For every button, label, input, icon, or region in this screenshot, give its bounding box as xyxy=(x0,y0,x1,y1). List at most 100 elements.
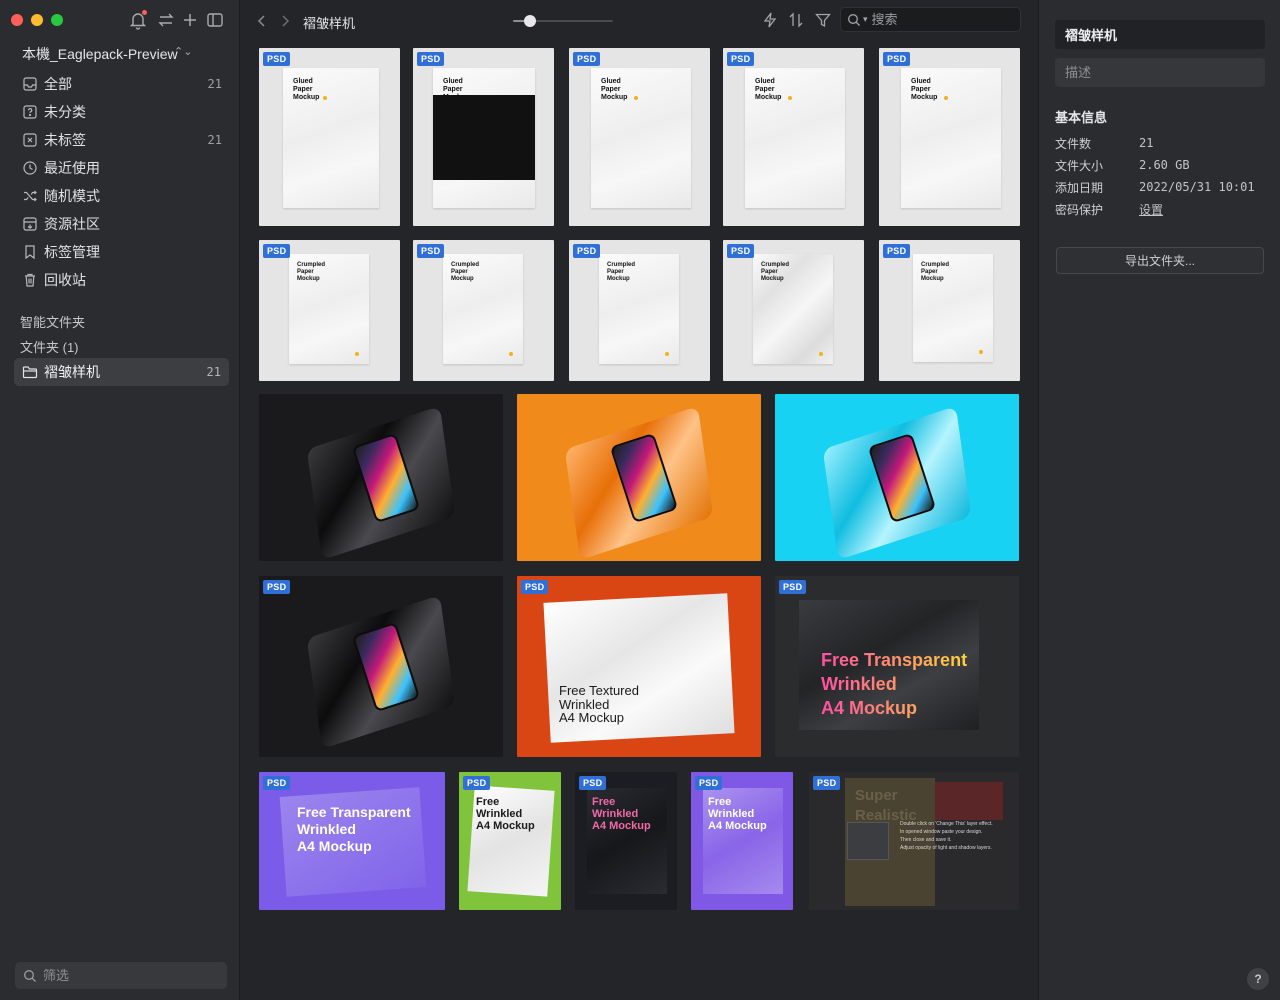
sync-icon[interactable] xyxy=(156,10,176,30)
accent-dot xyxy=(355,352,359,356)
search-icon xyxy=(847,13,861,27)
sidebar-filter-input[interactable] xyxy=(43,968,203,983)
smart-folders-heading[interactable]: 智能文件夹 xyxy=(20,312,85,331)
sidebar-folder-count: 21 xyxy=(206,365,221,379)
set-password-link[interactable]: 设置 xyxy=(1139,201,1163,218)
sidebar-folder-wrinkle-mockups[interactable]: 褶皱样机 21 xyxy=(14,358,229,386)
paper-sheet: Glued Paper Mockup xyxy=(745,68,845,208)
psd-badge: PSD xyxy=(263,244,291,258)
thumbnail-purple-transparent-a4[interactable]: Free Transparent Wrinkled A4 Mockup PSD xyxy=(259,772,445,910)
folders-heading[interactable]: 文件夹 (1) xyxy=(20,337,79,356)
psd-badge: PSD xyxy=(883,52,911,66)
thumbnail-phone-cloth-black[interactable] xyxy=(259,394,503,561)
filter-icon[interactable] xyxy=(814,11,832,29)
info-value: 2.60 GB xyxy=(1139,158,1190,172)
sidebar-item-uncategorized[interactable]: 未分类 xyxy=(14,98,230,126)
search-input[interactable] xyxy=(871,12,1002,27)
layers-panel xyxy=(847,822,889,860)
chevron-down-icon[interactable]: ▾ xyxy=(863,14,868,25)
thumbnail-glued-paper-2[interactable]: Glued Paper Mockup PSD xyxy=(413,48,554,226)
sidebar-item-label: 最近使用 xyxy=(44,160,100,176)
mockup-title: Crumpled Paper Mockup xyxy=(761,262,790,282)
help-button[interactable]: ? xyxy=(1247,968,1269,990)
accent-dot xyxy=(323,96,327,100)
thumbnail-glued-paper-5[interactable]: Glued Paper Mockup PSD xyxy=(879,48,1020,226)
thumbnail-dark-wrinkled-a4[interactable]: Free Wrinkled A4 Mockup PSD xyxy=(575,772,677,910)
lightning-icon[interactable] xyxy=(761,11,779,29)
thumbnail-crumpled-paper-5[interactable]: Crumpled Paper Mockup PSD xyxy=(879,240,1020,381)
trash-icon xyxy=(22,272,38,288)
psd-badge: PSD xyxy=(463,776,491,790)
instructions-note: Double click on 'Change This' layer effe… xyxy=(900,821,993,851)
search-icon xyxy=(23,969,37,983)
forward-arrow-icon[interactable] xyxy=(277,12,293,30)
sidebar-item-all[interactable]: 全部 21 xyxy=(14,70,230,98)
info-value: 21 xyxy=(1139,136,1154,150)
zoom-window-button[interactable] xyxy=(51,14,63,26)
minimize-window-button[interactable] xyxy=(31,14,43,26)
sidebar-item-label: 回收站 xyxy=(44,272,86,288)
sidebar-toggle-icon[interactable] xyxy=(205,10,225,30)
slider-handle[interactable] xyxy=(524,15,536,27)
psd-badge: PSD xyxy=(263,580,291,594)
sidebar-filter-box[interactable] xyxy=(15,962,227,989)
thumbnail-phone-cloth-orange[interactable] xyxy=(517,394,761,561)
thumbnail-transparent-wrinkled-a4[interactable]: Free Transparent Wrinkled A4 Mockup PSD xyxy=(775,576,1019,757)
thumbnail-crumpled-paper-4[interactable]: Crumpled Paper Mockup PSD xyxy=(723,240,864,381)
psd-badge: PSD xyxy=(417,52,445,66)
thumbnail-phone-cloth-cyan[interactable] xyxy=(775,394,1019,561)
clock-icon xyxy=(22,160,38,176)
phone-mockup xyxy=(817,405,977,560)
info-value: 2022/05/31 10:01 xyxy=(1139,180,1255,194)
thumbnail-violet-wrinkled-a4[interactable]: Free Wrinkled A4 Mockup PSD xyxy=(691,772,793,910)
info-label: 文件数 xyxy=(1055,136,1092,151)
thumbnail-glued-paper-4[interactable]: Glued Paper Mockup PSD xyxy=(723,48,864,226)
plus-icon[interactable] xyxy=(180,10,200,30)
thumbnail-crumpled-paper-3[interactable]: Crumpled Paper Mockup PSD xyxy=(569,240,710,381)
info-label: 密码保护 xyxy=(1055,202,1104,217)
mockup-title: Crumpled Paper Mockup xyxy=(607,262,636,282)
close-window-button[interactable] xyxy=(11,14,23,26)
thumbnail-green-wrinkled-a4[interactable]: Free Wrinkled A4 Mockup PSD xyxy=(459,772,561,910)
mockup-title: Free Transparent Wrinkled A4 Mockup xyxy=(297,804,411,854)
accent-dot xyxy=(979,350,983,354)
thumbnail-glued-paper-3[interactable]: Glued Paper Mockup PSD xyxy=(569,48,710,226)
info-row-file-size: 文件大小 2.60 GB xyxy=(1055,155,1265,175)
info-row-file-count: 文件数 21 xyxy=(1055,133,1265,153)
sidebar-item-label: 随机模式 xyxy=(44,188,100,204)
sidebar-item-trash[interactable]: 回收站 xyxy=(14,266,230,294)
sidebar-item-label: 资源社区 xyxy=(44,216,100,232)
back-arrow-icon[interactable] xyxy=(254,12,270,30)
thumbnail-phone-cloth-black-psd[interactable]: PSD xyxy=(259,576,503,757)
thumbnail-size-slider[interactable] xyxy=(513,15,613,27)
sidebar-item-recent[interactable]: 最近使用 xyxy=(14,154,230,182)
sidebar-item-tags[interactable]: 标签管理 xyxy=(14,238,230,266)
sidebar-item-label: 全部 xyxy=(44,76,72,92)
thumbnail-textured-wrinkled-a4[interactable]: Free Textured Wrinkled A4 Mockup PSD xyxy=(517,576,761,757)
sort-icon[interactable] xyxy=(787,11,805,29)
psd-badge: PSD xyxy=(263,52,291,66)
accent-dot xyxy=(819,352,823,356)
thumbnail-crumpled-paper-2[interactable]: Crumpled Paper Mockup PSD xyxy=(413,240,554,381)
description-field[interactable] xyxy=(1055,58,1265,87)
sidebar-item-label: 标签管理 xyxy=(44,244,100,260)
sidebar-item-count: 21 xyxy=(207,77,222,91)
sidebar-item-random[interactable]: 随机模式 xyxy=(14,182,230,210)
chevron-updown-icon[interactable]: ⌃⌄ xyxy=(174,45,192,58)
export-folder-button[interactable]: 导出文件夹... xyxy=(1056,247,1264,274)
paper-sheet: Crumpled Paper Mockup xyxy=(599,254,679,364)
thumbnail-glued-paper-1[interactable]: Glued Paper Mockup PSD xyxy=(259,48,400,226)
thumbnail-crumpled-paper-1[interactable]: Crumpled Paper Mockup PSD xyxy=(259,240,400,381)
phone-mockup xyxy=(301,405,461,560)
psd-badge: PSD xyxy=(579,776,607,790)
paper-sheet: Glued Paper Mockup xyxy=(591,68,691,208)
folder-name-field[interactable]: 褶皱样机 xyxy=(1055,20,1265,49)
search-box[interactable]: ▾ xyxy=(840,7,1021,32)
description-input[interactable] xyxy=(1065,65,1255,80)
sidebar-item-untagged[interactable]: 未标签 21 xyxy=(14,126,230,154)
paper-sheet: Glued Paper Mockup xyxy=(283,68,379,208)
bell-icon[interactable] xyxy=(128,10,148,30)
library-switcher[interactable]: 本機_Eaglepack-Preview xyxy=(22,44,178,64)
sidebar-item-community[interactable]: 资源社区 xyxy=(14,210,230,238)
thumbnail-super-realistic[interactable]: Super Realistic Double click on 'Change … xyxy=(809,772,1019,910)
